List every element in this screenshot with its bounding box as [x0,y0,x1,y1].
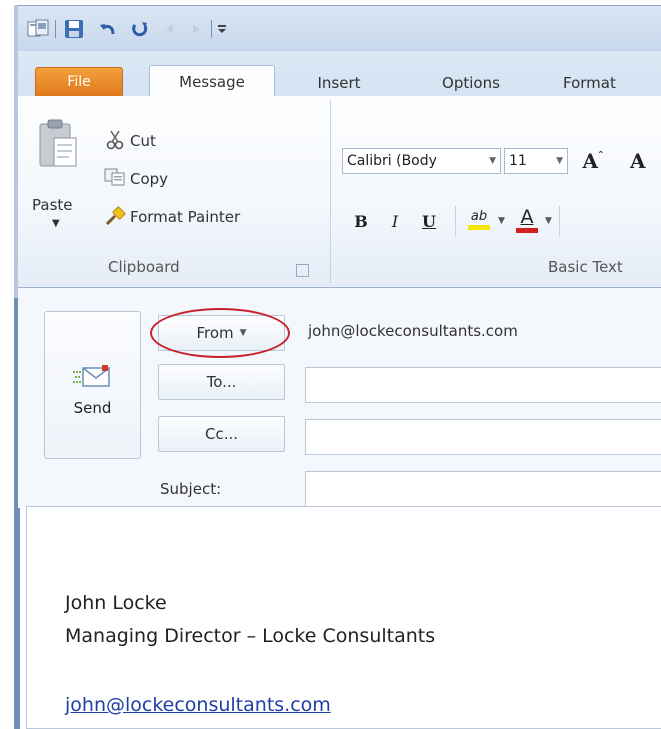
to-button[interactable]: To... [158,364,285,400]
bold-button[interactable]: B [348,208,374,234]
send-button[interactable]: Send [44,311,141,459]
send-icon [73,365,110,387]
paste-dropdown-icon[interactable]: ▼ [52,218,60,229]
clipboard-group-label: Clipboard [108,258,180,276]
basic-text-group-label: Basic Text [548,258,623,276]
signature-title: Managing Director – Locke Consultants [65,625,436,647]
message-header: Send From ▼ john@lockeconsultants.com To… [18,288,661,508]
ribbon: Paste ▼ Cut Copy Format Painter Clipboar… [18,96,661,288]
from-address: john@lockeconsultants.com [308,322,518,340]
tab-message[interactable]: Message [149,65,275,98]
highlight-dropdown-icon[interactable]: ▼ [498,216,505,226]
font-color-button[interactable]: A [512,202,542,236]
redo-icon[interactable] [128,17,152,41]
grow-font-icon[interactable]: Aˆ [578,146,608,176]
font-name-combo[interactable]: Calibri (Body ▼ [342,148,501,174]
previous-icon[interactable] [158,17,182,41]
font-name-value: Calibri (Body [347,153,437,169]
highlight-label: ab [470,208,488,224]
font-color-label: A [520,205,534,228]
to-field[interactable] [305,367,661,403]
font-size-combo[interactable]: 11 ▼ [504,148,568,174]
clipboard-icon [39,119,77,167]
copy-icon [104,168,126,190]
italic-button[interactable]: I [382,208,408,234]
message-body[interactable]: John Locke Managing Director – Locke Con… [26,506,661,729]
tab-file[interactable]: File [35,67,123,96]
tab-options[interactable]: Options [430,69,512,96]
font-size-dropdown-icon[interactable]: ▼ [556,156,563,166]
customize-icon[interactable] [214,17,230,41]
tab-insert[interactable]: Insert [308,69,370,96]
signature-email-link[interactable]: john@lockeconsultants.com [65,694,331,716]
subject-label: Subject: [160,480,222,498]
paste-button[interactable] [36,118,84,178]
copy-button[interactable]: Copy [130,170,168,188]
outlook-compose-window: File Message Insert Options Format Paste… [0,0,661,729]
underline-button[interactable]: U [416,208,442,234]
paste-label[interactable]: Paste [32,196,73,214]
undo-icon[interactable] [96,17,120,41]
format-painter-icon [104,206,126,232]
quick-access-toolbar [18,5,661,52]
highlight-button[interactable]: ab [462,202,496,236]
subject-field[interactable] [305,471,661,507]
font-name-dropdown-icon[interactable]: ▼ [489,156,496,166]
send-label: Send [73,399,112,417]
next-icon[interactable] [184,17,208,41]
window-icon[interactable] [26,17,50,41]
ribbon-tabs: File Message Insert Options Format [18,51,661,98]
font-size-value: 11 [509,153,527,169]
tab-format[interactable]: Format [563,69,643,96]
font-color-bar [516,227,538,233]
cut-icon [106,130,124,154]
cc-button[interactable]: Cc... [158,416,285,452]
highlight-color-bar [468,224,490,230]
shrink-font-icon[interactable]: A [630,146,660,176]
clipboard-launcher-icon[interactable] [296,264,309,277]
save-icon[interactable] [62,17,86,41]
cc-field[interactable] [305,419,661,455]
highlight-circle [150,308,290,358]
format-painter-button[interactable]: Format Painter [130,208,240,226]
signature-name: John Locke [65,592,167,614]
font-color-dropdown-icon[interactable]: ▼ [545,216,552,226]
cut-button[interactable]: Cut [130,132,156,150]
